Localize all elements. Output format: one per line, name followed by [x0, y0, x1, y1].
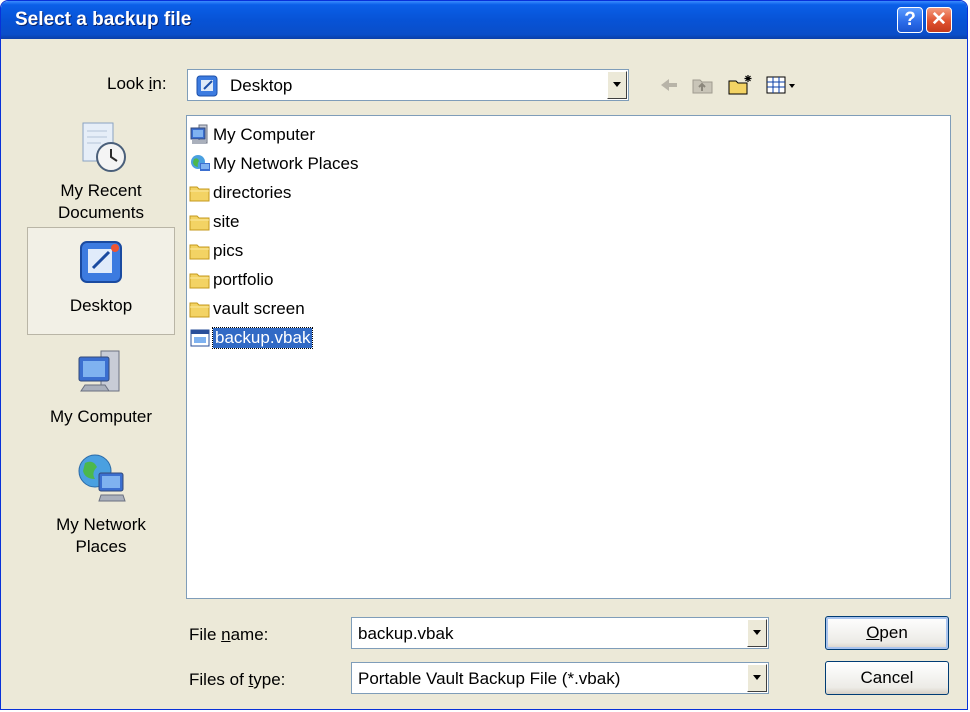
- my-computer-icon: [189, 124, 211, 146]
- new-folder-icon[interactable]: [727, 73, 752, 97]
- file-name: directories: [213, 183, 292, 202]
- file-type-dropdown-button[interactable]: [747, 664, 767, 692]
- list-item[interactable]: My Network Places: [189, 151, 358, 177]
- network-places-icon: [78, 454, 126, 502]
- list-item[interactable]: pics: [189, 238, 243, 264]
- file-name-label-mnemonic: n: [221, 625, 231, 644]
- folder-icon: [189, 269, 211, 291]
- look-in-combo[interactable]: Desktop: [187, 69, 629, 101]
- place-label-line: Places: [75, 537, 127, 556]
- folder-icon: [189, 211, 211, 233]
- list-item[interactable]: portfolio: [189, 267, 273, 293]
- open-button-label: pen: [879, 623, 908, 642]
- file-name: pics: [213, 241, 244, 260]
- place-label-line: My Computer: [49, 407, 153, 426]
- look-in-dropdown-button[interactable]: [607, 71, 627, 99]
- place-network-places[interactable]: My Network Places: [27, 447, 175, 567]
- dialog-window: Select a backup file ? ✕ Look in: Deskto…: [0, 0, 968, 710]
- file-name: My Computer: [213, 125, 316, 144]
- look-in-label-pre: Look: [107, 74, 149, 93]
- file-name: site: [213, 212, 240, 231]
- recent-documents-icon: [82, 122, 126, 172]
- up-folder-icon[interactable]: [691, 73, 715, 97]
- file-type-label: Files of type:: [189, 670, 285, 690]
- dialog-title: Select a backup file: [15, 9, 192, 30]
- place-desktop[interactable]: Desktop: [27, 227, 175, 335]
- list-item[interactable]: My Computer: [189, 122, 315, 148]
- folder-icon: [189, 298, 211, 320]
- open-button[interactable]: Open: [825, 616, 949, 650]
- file-name-label: File name:: [189, 625, 268, 645]
- file-name: portfolio: [213, 270, 274, 289]
- desktop-icon: [196, 75, 218, 102]
- file-type-value: Portable Vault Backup File (*.vbak): [358, 669, 621, 688]
- place-label-line: Desktop: [69, 296, 133, 315]
- file-name-combo[interactable]: backup.vbak: [351, 617, 769, 649]
- desktop-icon: [80, 241, 122, 283]
- my-computer-icon: [78, 350, 120, 392]
- back-arrow-icon[interactable]: [657, 73, 681, 97]
- file-type-label-post: ype:: [253, 670, 286, 689]
- open-button-mnemonic: O: [866, 623, 880, 642]
- place-label-line: My Network: [56, 515, 146, 534]
- places-bar: My Recent Documents Desktop My Computer: [27, 115, 175, 597]
- file-name-input[interactable]: backup.vbak: [358, 624, 453, 644]
- look-in-label: Look in:: [107, 74, 167, 94]
- place-recent-documents[interactable]: My Recent Documents: [27, 115, 175, 222]
- title-bar[interactable]: Select a backup file ? ✕: [1, 1, 967, 39]
- file-name: My Network Places: [213, 154, 359, 173]
- list-item[interactable]: directories: [189, 180, 291, 206]
- file-name: backup.vbak: [211, 327, 314, 349]
- view-menu-icon[interactable]: [765, 73, 799, 97]
- file-name-dropdown-button[interactable]: [747, 619, 767, 647]
- file-name-label-pre: File: [189, 625, 222, 644]
- cancel-button[interactable]: Cancel: [825, 661, 949, 695]
- file-list[interactable]: My Computer My Network Places directorie…: [186, 115, 951, 599]
- file-type-combo[interactable]: Portable Vault Backup File (*.vbak): [351, 662, 769, 694]
- folder-icon: [189, 182, 211, 204]
- close-button[interactable]: ✕: [926, 7, 952, 33]
- file-type-label-pre: Files of: [189, 670, 249, 689]
- look-in-value: Desktop: [230, 76, 293, 95]
- look-in-label-post: n:: [152, 74, 167, 93]
- place-my-computer[interactable]: My Computer: [27, 341, 175, 441]
- place-label-line: My Recent: [60, 181, 142, 200]
- place-label-line: Documents: [58, 203, 144, 222]
- file-name-label-post: ame:: [230, 625, 269, 644]
- help-button[interactable]: ?: [897, 7, 923, 33]
- list-item[interactable]: vault screen: [189, 296, 305, 322]
- list-item[interactable]: site: [189, 209, 239, 235]
- network-places-icon: [189, 153, 211, 175]
- file-name: vault screen: [213, 299, 305, 318]
- backup-file-icon: [189, 327, 211, 349]
- folder-icon: [189, 240, 211, 262]
- list-item-selected[interactable]: backup.vbak: [189, 325, 314, 351]
